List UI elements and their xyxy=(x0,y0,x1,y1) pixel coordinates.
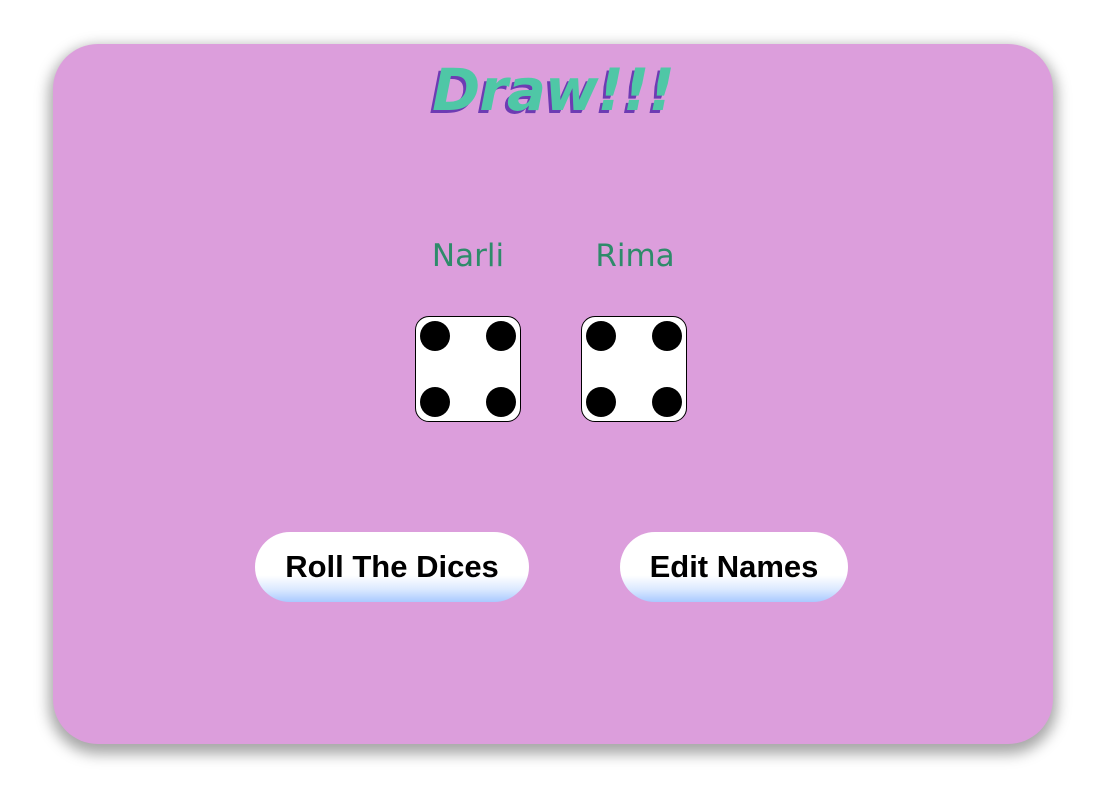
die-pip xyxy=(652,387,682,417)
die-pip xyxy=(586,387,616,417)
player-2-name: Rima xyxy=(595,238,675,274)
die-pip xyxy=(652,321,682,351)
die-pip xyxy=(420,387,450,417)
die-pip xyxy=(486,321,516,351)
player-1-die xyxy=(415,316,521,422)
player-1-name: Narli xyxy=(431,238,505,274)
roll-dice-button[interactable]: Roll The Dices xyxy=(255,532,529,602)
result-title: Draw!!! xyxy=(432,56,675,124)
die-pip xyxy=(586,321,616,351)
player-2-die xyxy=(581,316,687,422)
die-pip xyxy=(486,387,516,417)
die-pip xyxy=(420,321,450,351)
edit-names-button[interactable]: Edit Names xyxy=(620,532,848,602)
game-container: Draw!!! Narli Rima Roll The Dices Edit N… xyxy=(53,44,1053,744)
